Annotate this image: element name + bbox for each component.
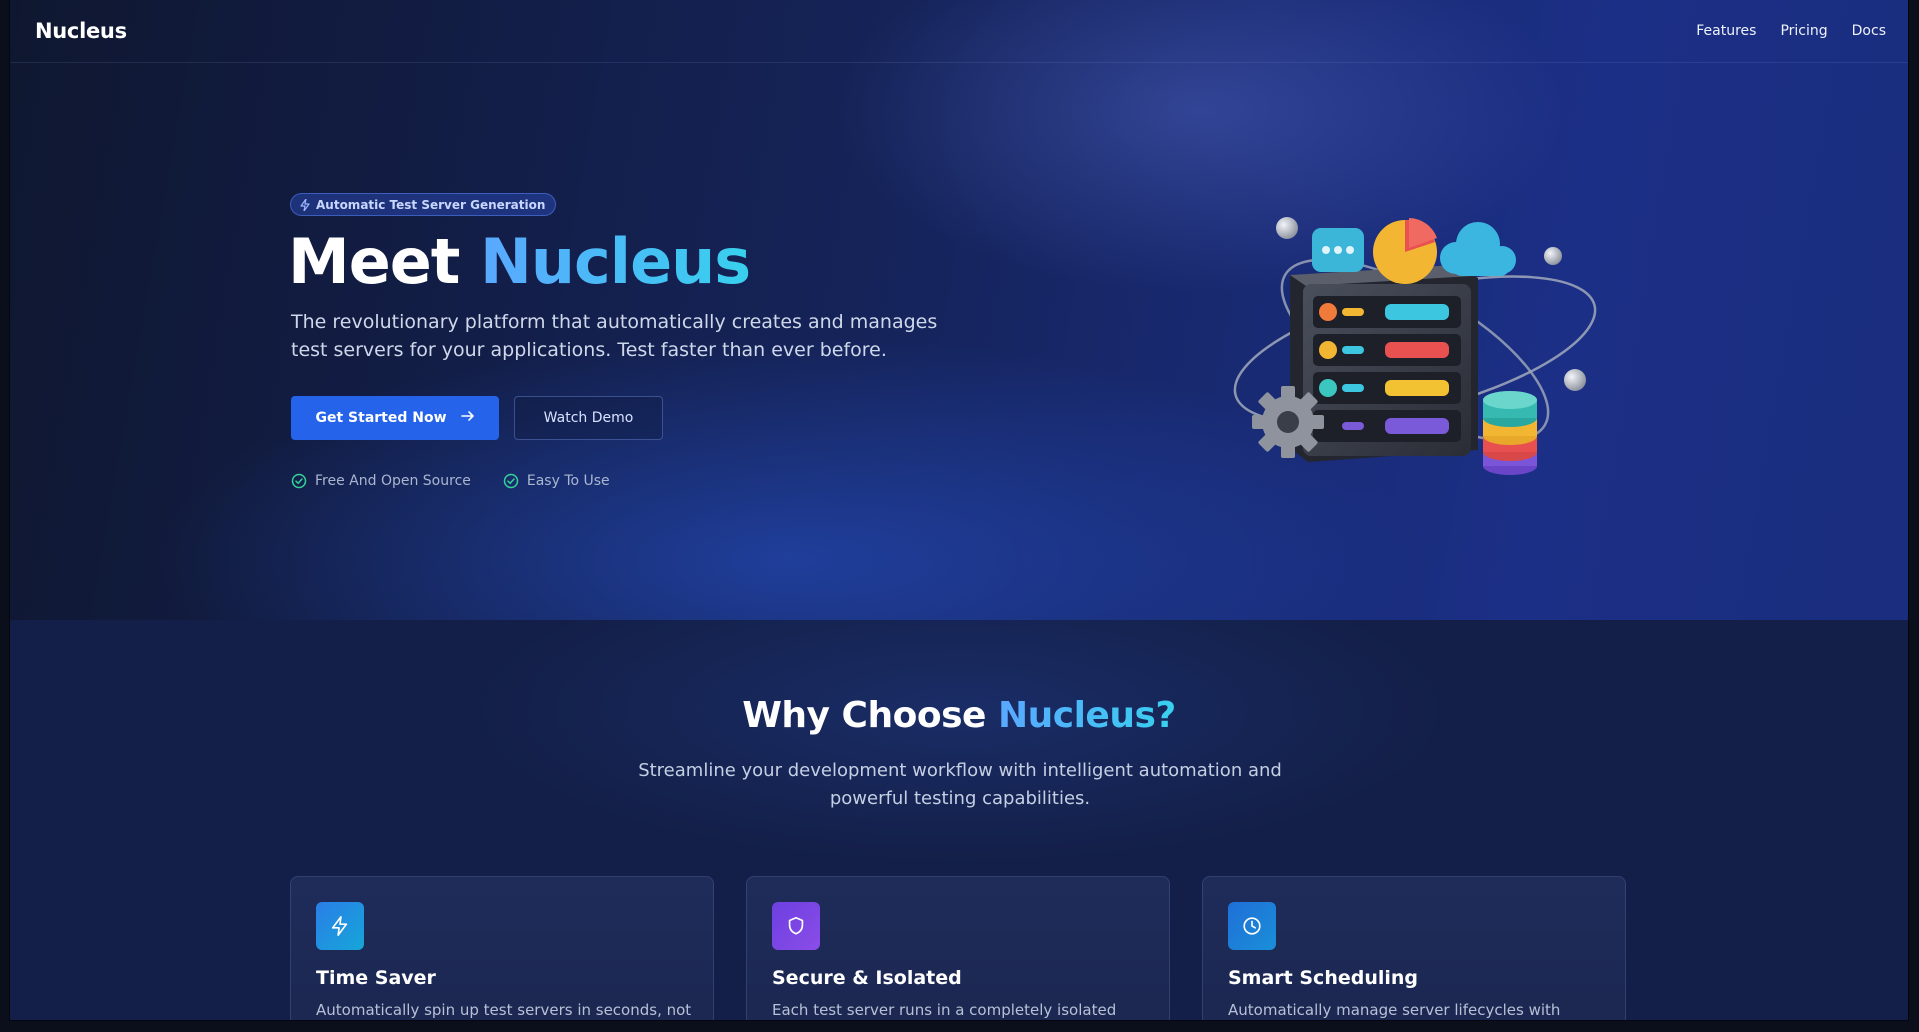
check-label: Easy To Use [526, 473, 610, 489]
card-title: Time Saver [316, 967, 436, 989]
hero-badge-label: Automatic Test Server Generation [316, 197, 546, 212]
nav-link-features[interactable]: Features [1696, 23, 1756, 39]
card-title: Secure & Isolated [772, 967, 962, 989]
hero-badge: Automatic Test Server Generation [290, 193, 557, 216]
watch-demo-button[interactable]: Watch Demo [514, 396, 663, 440]
why-section: Why Choose Nucleus? Streamline your deve… [10, 620, 1908, 1020]
check-label: Free And Open Source [315, 473, 471, 489]
card-description: Automatically spin up test servers in se… [316, 1001, 692, 1019]
watch-demo-label: Watch Demo [543, 410, 634, 426]
nav-link-pricing[interactable]: Pricing [1780, 23, 1827, 39]
card-description: Each test server runs in a completely is… [772, 1001, 1117, 1019]
why-title: Why Choose Nucleus? [10, 695, 1908, 736]
shield-icon [772, 902, 820, 950]
lightning-icon [316, 902, 364, 950]
feature-card-time-saver: Time Saver Automatically spin up test se… [290, 876, 714, 1020]
get-started-label: Get Started Now [315, 410, 447, 426]
arrow-right-icon [460, 410, 475, 426]
lightning-icon [300, 198, 310, 211]
card-title: Smart Scheduling [1228, 967, 1419, 989]
hero-subtitle: The revolutionary platform that automati… [291, 311, 938, 361]
check-item-easy: Easy To Use [503, 473, 610, 489]
why-title-prefix: Why Choose [742, 695, 986, 736]
card-description: Automatically manage server lifecycles w… [1228, 1001, 1561, 1019]
hero-checklist: Free And Open Source Easy To Use [291, 473, 610, 489]
nav-links: Features Pricing Docs [1696, 23, 1886, 39]
hero-title-prefix: Meet [288, 225, 460, 298]
why-subtitle: Streamline your development workflow wit… [638, 760, 1282, 809]
check-circle-icon [291, 473, 307, 489]
check-item-open-source: Free And Open Source [291, 473, 471, 489]
hero-title: Meet Nucleus [288, 225, 751, 298]
feature-cards: Time Saver Automatically spin up test se… [290, 876, 1626, 1020]
hero-section: Automatic Test Server Generation Meet Nu… [10, 0, 1908, 620]
page-frame: Automatic Test Server Generation Meet Nu… [10, 0, 1908, 1020]
nav-link-docs[interactable]: Docs [1852, 23, 1886, 39]
top-navbar: Nucleus Features Pricing Docs [10, 0, 1908, 63]
get-started-button[interactable]: Get Started Now [291, 396, 499, 440]
check-circle-icon [503, 473, 519, 489]
feature-card-scheduling: Smart Scheduling Automatically manage se… [1202, 876, 1626, 1020]
server-illustration [1233, 217, 1597, 475]
why-title-accent: Nucleus? [997, 695, 1176, 736]
clock-icon [1228, 902, 1276, 950]
hero-title-accent: Nucleus [480, 225, 751, 298]
brand-logo[interactable]: Nucleus [35, 19, 127, 43]
feature-card-secure: Secure & Isolated Each test server runs … [746, 876, 1170, 1020]
